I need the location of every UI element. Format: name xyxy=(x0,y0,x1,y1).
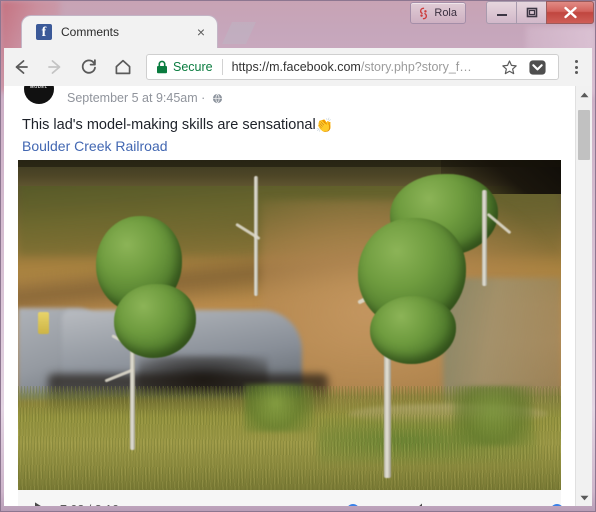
globe-icon xyxy=(212,93,222,104)
tab-title-label: Comments xyxy=(61,25,120,39)
meta-separator: · xyxy=(201,91,206,105)
new-tab-button[interactable] xyxy=(222,22,256,44)
bookmark-star-icon[interactable] xyxy=(496,54,522,80)
scrollbar-thumb[interactable] xyxy=(578,110,590,160)
forward-button[interactable] xyxy=(38,50,72,84)
chrome-menu-button[interactable] xyxy=(563,54,589,80)
url-text: https://m.facebook.com/story.php?story_f… xyxy=(232,60,496,74)
avatar[interactable]: MODEL xyxy=(24,86,54,104)
play-button[interactable] xyxy=(30,499,52,506)
pocket-icon xyxy=(528,59,546,75)
scene-tree-trunk-far xyxy=(482,190,487,286)
back-button[interactable] xyxy=(4,50,38,84)
star-icon xyxy=(501,59,517,74)
avatar-label: MODEL xyxy=(30,86,48,89)
page-viewport: MODEL September 5 at 9:45am · This lad's… xyxy=(4,86,592,506)
reload-button[interactable] xyxy=(72,50,106,84)
chevron-up-icon xyxy=(580,92,588,97)
omnibox-separator xyxy=(221,59,223,75)
scene-top-shadow xyxy=(18,160,561,167)
timestamp-label: September 5 at 9:45am xyxy=(67,91,198,105)
scene-bush-left xyxy=(244,384,314,432)
scene-bush-right xyxy=(453,386,533,446)
scene-yellow-post xyxy=(38,312,49,334)
lock-icon xyxy=(157,60,167,74)
browser-toolbar: Secure https://m.facebook.com/story.php?… xyxy=(4,48,592,87)
facebook-favicon-icon: f xyxy=(36,24,52,40)
video-frame xyxy=(18,160,561,490)
video-controls: 7:08 / 8:10 xyxy=(18,490,592,506)
volume-slider[interactable] xyxy=(449,503,564,506)
arrow-right-icon xyxy=(48,60,61,74)
pocket-button[interactable] xyxy=(522,54,552,80)
menu-dot-3 xyxy=(574,71,578,74)
post-link[interactable]: Boulder Creek Railroad xyxy=(22,138,168,154)
browser-window: Rola f Comments × Secure https://m.faceb… xyxy=(0,0,596,512)
arrow-left-icon xyxy=(15,60,28,74)
volume-thumb[interactable] xyxy=(550,503,564,506)
post-body-label: This lad's model-making skills are sensa… xyxy=(22,117,316,133)
scroll-up-button[interactable] xyxy=(576,86,592,103)
reload-icon xyxy=(81,59,96,74)
speaker-icon xyxy=(418,503,426,506)
menu-dot-2 xyxy=(574,65,578,69)
facebook-post: MODEL September 5 at 9:45am · This lad's… xyxy=(4,86,592,506)
tab-comments[interactable]: f Comments × xyxy=(22,16,217,48)
url-path: /story.php?story_f… xyxy=(360,60,472,74)
post-header: MODEL September 5 at 9:45am · xyxy=(4,86,575,120)
home-icon xyxy=(115,59,131,75)
volume-button[interactable] xyxy=(409,498,435,506)
scroll-down-button[interactable] xyxy=(576,489,592,506)
secure-label: Secure xyxy=(173,60,213,74)
post-text: This lad's model-making skills are sensa… xyxy=(22,116,552,134)
post-timestamp[interactable]: September 5 at 9:45am · xyxy=(67,91,223,105)
tab-strip: f Comments × xyxy=(0,16,596,48)
play-icon xyxy=(35,502,41,506)
chevron-down-icon xyxy=(580,495,588,500)
url-host: https://m.facebook.com xyxy=(231,60,361,74)
menu-dot-1 xyxy=(574,60,578,63)
page-scrollbar[interactable] xyxy=(575,86,592,506)
tab-close-icon[interactable]: × xyxy=(193,24,209,40)
time-display: 7:08 / 8:10 xyxy=(60,503,119,506)
address-bar[interactable]: Secure https://m.facebook.com/story.php?… xyxy=(146,54,559,80)
progress-thumb[interactable] xyxy=(346,503,360,506)
home-button[interactable] xyxy=(106,50,140,84)
clapping-hands-emoji-icon: 👏 xyxy=(315,117,334,133)
progress-slider[interactable] xyxy=(137,503,385,506)
video-player[interactable] xyxy=(18,160,561,490)
